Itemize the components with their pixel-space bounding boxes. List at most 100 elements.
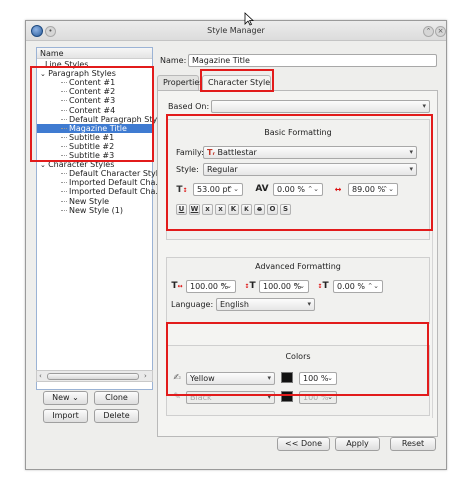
clone-button[interactable]: Clone xyxy=(94,391,139,405)
tree-item[interactable]: Content #2 xyxy=(37,87,152,96)
horizontal-scale-icon: T↔ xyxy=(171,281,183,291)
colors-title: Colors xyxy=(285,352,311,361)
spin-arrows-icon[interactable]: ⌃⌄ xyxy=(307,184,319,195)
scroll-left-icon[interactable]: ‹ xyxy=(39,372,42,380)
style-manager-window: • Style Manager ⌃ × Name Line Styles ⌄ Pa… xyxy=(25,20,447,470)
tree-item-label: Content #3 xyxy=(69,96,116,106)
underline-words-icon[interactable]: W xyxy=(189,204,200,215)
tree-item-label: New Style xyxy=(69,196,110,206)
text-effects-toolbar: U W x x K K e O S xyxy=(176,204,316,216)
baseline-offset-spinbox[interactable]: 0.00 % ⌃⌄ xyxy=(333,280,383,293)
tree-item[interactable]: Subtitle #3 xyxy=(37,151,152,160)
spin-arrows-icon[interactable]: ⌃⌄ xyxy=(220,281,232,292)
done-button[interactable]: << Done xyxy=(277,437,330,451)
scroll-right-icon[interactable]: › xyxy=(144,372,147,380)
tree-item[interactable]: Content #3 xyxy=(37,96,152,105)
minimize-button[interactable]: ⌃ xyxy=(423,26,434,37)
based-on-select[interactable]: ▾ xyxy=(211,100,430,113)
stroke-color-icon: ✎ xyxy=(173,392,181,402)
chevron-down-icon[interactable]: ⌄ xyxy=(327,392,333,403)
stroke-color-select[interactable]: Black ▾ xyxy=(186,391,275,404)
style-label: Style: xyxy=(176,165,199,174)
scaling-icon: ↔ xyxy=(334,185,342,194)
chevron-down-icon: ▾ xyxy=(422,102,426,110)
font-type-icon: Tᵣ xyxy=(207,148,215,157)
tree-item[interactable]: New Style xyxy=(37,197,152,206)
character-style-pane: Based On: ▾ Basic Formatting Family: Tᵣ … xyxy=(157,90,438,437)
tree-item-label: Character Styles xyxy=(48,160,115,170)
scaling-spinbox[interactable]: 89.00 % ⌃⌄ xyxy=(348,183,398,196)
close-button[interactable]: × xyxy=(435,26,446,37)
tree-item[interactable]: Content #4 xyxy=(37,106,152,115)
tree-item[interactable]: Subtitle #2 xyxy=(37,142,152,151)
superscript-icon[interactable]: x xyxy=(215,204,226,215)
small-caps-icon[interactable]: K xyxy=(241,204,252,215)
tree-item[interactable]: Subtitle #1 xyxy=(37,133,152,142)
tree-header-name[interactable]: Name xyxy=(37,48,152,59)
vertical-scale-spinbox[interactable]: 100.00 % ⌃⌄ xyxy=(259,280,309,293)
apply-button[interactable]: Apply xyxy=(335,437,380,451)
scroll-thumb[interactable] xyxy=(47,373,139,380)
chevron-down-icon[interactable]: ⌄ xyxy=(327,373,333,384)
tree-item[interactable]: Default Paragraph Style xyxy=(37,115,164,124)
underline-icon[interactable]: U xyxy=(176,204,187,215)
chevron-down-icon: ▾ xyxy=(307,300,311,308)
mouse-cursor-icon xyxy=(244,12,254,26)
spin-arrows-icon[interactable]: ⌃⌄ xyxy=(293,281,305,292)
advanced-formatting-group: Advanced Formatting T↔ 100.00 % ⌃⌄ ↕T 100… xyxy=(166,257,430,324)
tree-item-label: Content #1 xyxy=(69,78,116,88)
tree-connector-icon xyxy=(61,182,67,184)
vertical-scale-icon: ↕T xyxy=(244,281,256,291)
chevron-down-icon: ▾ xyxy=(409,148,413,156)
tree-connector-icon xyxy=(61,191,67,193)
import-button[interactable]: Import xyxy=(43,409,88,423)
baseline-offset-icon: ↕T xyxy=(317,281,329,291)
tracking-spinbox[interactable]: 0.00 % ⌃⌄ xyxy=(273,183,323,196)
tree-item[interactable]: ⌄ Paragraph Styles xyxy=(37,69,152,78)
outline-icon[interactable]: O xyxy=(267,204,278,215)
spin-arrows-icon[interactable]: ⌃⌄ xyxy=(382,184,394,195)
all-caps-icon[interactable]: K xyxy=(228,204,239,215)
tab-properties[interactable]: Properties xyxy=(157,75,203,90)
delete-button[interactable]: Delete xyxy=(94,409,139,423)
spin-arrows-icon[interactable]: ⌃⌄ xyxy=(367,281,379,292)
tree-item[interactable]: Content #1 xyxy=(37,78,152,87)
subscript-icon[interactable]: x xyxy=(202,204,213,215)
name-input[interactable]: Magazine Title xyxy=(188,54,437,67)
expand-arrow-icon[interactable]: ⌄ xyxy=(40,70,48,78)
spin-arrows-icon[interactable]: ⌃⌄ xyxy=(227,184,239,195)
pane-scrollbar[interactable] xyxy=(432,118,436,418)
fill-color-select[interactable]: Yellow ▾ xyxy=(186,372,275,385)
reset-button[interactable]: Reset xyxy=(390,437,436,451)
shadow-icon[interactable]: S xyxy=(280,204,291,215)
expand-arrow-icon[interactable]: ⌄ xyxy=(40,161,48,169)
stroke-shade-spinbox[interactable]: 100 % ⌄ xyxy=(299,391,337,404)
tree-item[interactable]: Imported Default Cha... xyxy=(37,178,163,187)
tree-item-label: Paragraph Styles xyxy=(48,69,116,79)
font-style-select[interactable]: Regular ▾ xyxy=(203,163,417,176)
tree-horizontal-scrollbar[interactable]: ‹ › xyxy=(36,370,153,382)
colors-group: Colors ✍ Yellow ▾ 100 % ⌄ ✎ Black ▾ 100 % ⌄ xyxy=(166,345,430,416)
tree-connector-icon xyxy=(61,109,67,111)
tree-connector-icon xyxy=(61,145,67,147)
tree-item[interactable]: New Style (1) xyxy=(37,206,152,215)
tree-connector-icon xyxy=(61,136,67,138)
fill-shade-spinbox[interactable]: 100 % ⌄ xyxy=(299,372,337,385)
tree-item[interactable]: Magazine Title xyxy=(37,123,152,133)
tree-item[interactable]: Line Styles xyxy=(37,60,152,69)
font-family-select[interactable]: Tᵣ Battlestar ▾ xyxy=(203,146,417,159)
new-button[interactable]: New ⌄ xyxy=(43,391,88,405)
strikethrough-icon[interactable]: e xyxy=(254,204,265,215)
chevron-down-icon: ▾ xyxy=(267,374,271,382)
tree-item[interactable]: Imported Default Cha... xyxy=(37,187,163,196)
horizontal-scale-spinbox[interactable]: 100.00 % ⌃⌄ xyxy=(186,280,236,293)
style-tree[interactable]: Name Line Styles ⌄ Paragraph Styles Conten… xyxy=(36,47,164,390)
language-select[interactable]: English ▾ xyxy=(216,298,315,311)
tree-item[interactable]: ⌄ Character Styles xyxy=(37,160,152,169)
font-size-spinbox[interactable]: 53.00 pt ⌃⌄ xyxy=(193,183,243,196)
tree-connector-icon xyxy=(61,173,67,175)
fill-color-icon: ✍ xyxy=(173,373,181,383)
tab-character-style[interactable]: Character Style xyxy=(202,75,271,90)
fill-shade-swatch xyxy=(281,372,293,383)
tree-item[interactable]: Default Character Style xyxy=(37,169,163,178)
